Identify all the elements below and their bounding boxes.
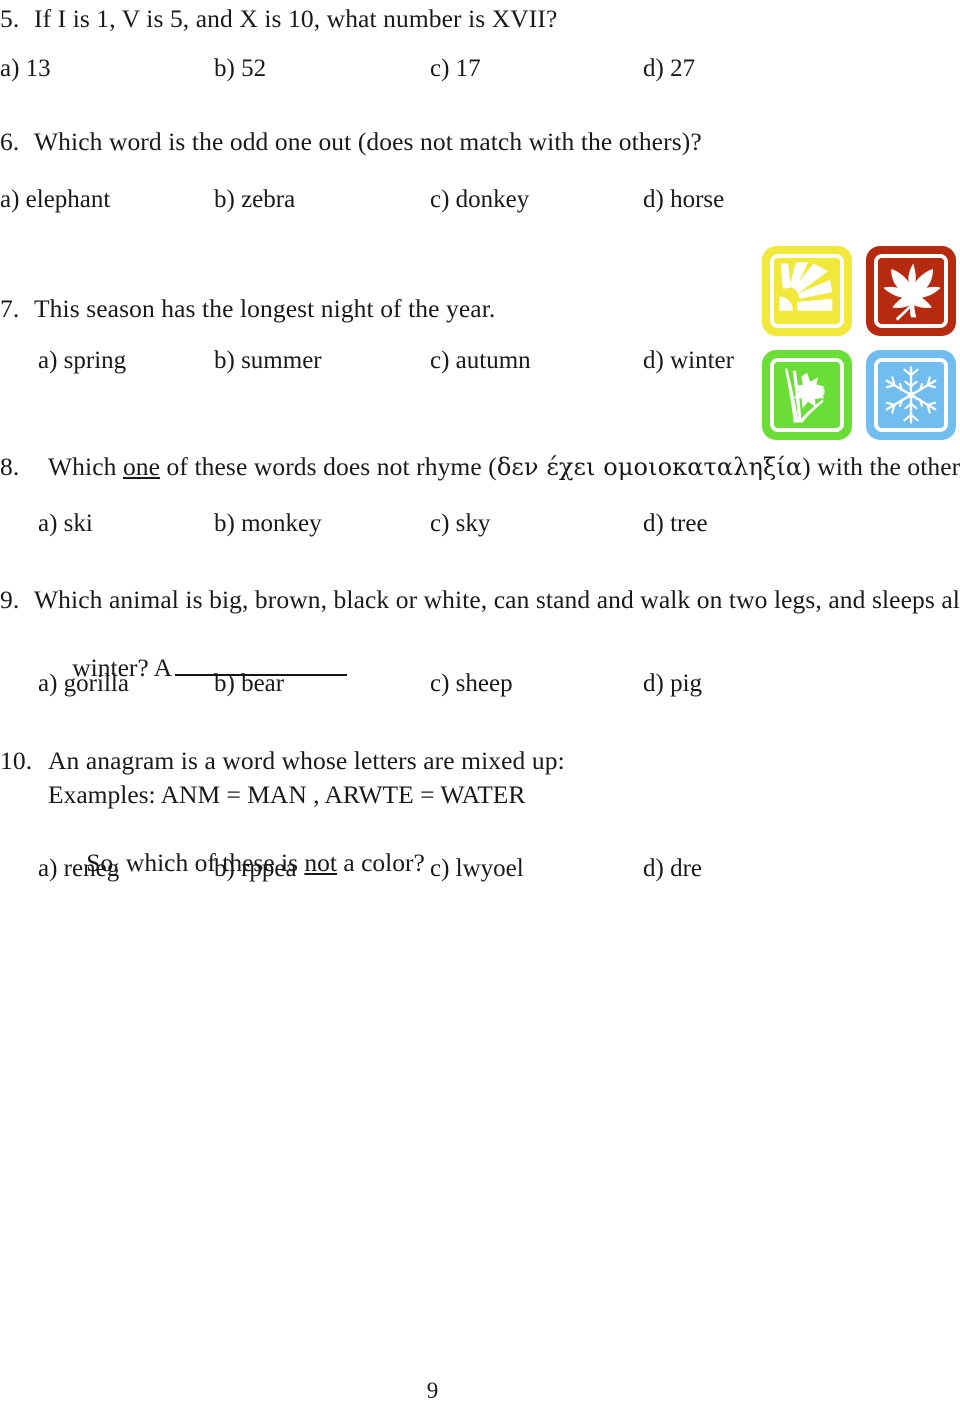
q8-underlined-one: one [122,452,161,481]
option-a[interactable]: a) ski [38,508,93,540]
option-c[interactable]: c) 17 [430,53,481,85]
q8-part-tail: ) with the others? [802,452,960,481]
option-d[interactable]: d) pig [643,668,702,700]
winter-snowflake-icon [866,350,956,440]
q8-part-before: Which [48,452,123,481]
option-a[interactable]: a) elephant [0,184,110,216]
spring-flower-icon [762,350,852,440]
option-a[interactable]: a) reneg [38,853,119,885]
q8-greek-gloss: δεν έχει ομοιοκαταληξία [496,453,803,481]
question-5: 5. If I is 1, V is 5, and X is 10, what … [0,2,960,36]
question-8-stem: 8. Which one of these words does not rhy… [0,450,960,484]
question-6-text: Which word is the odd one out (does not … [34,127,702,156]
question-6-stem: 6. Which word is the odd one out (does n… [0,125,960,159]
option-c[interactable]: c) autumn [430,345,531,377]
document-page: 5. If I is 1, V is 5, and X is 10, what … [0,0,960,1407]
option-c[interactable]: c) donkey [430,184,529,216]
winter-snowflake-icon-frame [874,358,948,432]
spring-flower-icon-frame [770,358,844,432]
option-c[interactable]: c) sky [430,508,490,540]
question-10: 10. An anagram is a word whose letters a… [0,744,960,914]
option-b[interactable]: b) 52 [214,53,266,85]
question-10-number: 10. [0,746,33,775]
question-7-stem: 7. This season has the longest night of … [0,292,960,326]
option-b[interactable]: b) rppea [214,853,297,885]
option-a[interactable]: a) spring [38,345,126,377]
option-b[interactable]: b) monkey [214,508,322,540]
option-c[interactable]: c) lwyoel [430,853,524,885]
question-9-stem-line1: 9. Which animal is big, brown, black or … [0,583,960,617]
option-a[interactable]: a) gorilla [38,668,129,700]
q8-part-after: of these words does not rhyme ( [160,452,497,481]
option-b[interactable]: b) zebra [214,184,295,216]
option-d[interactable]: d) tree [643,508,708,540]
question-7-number: 7. [0,294,20,323]
question-8-number: 8. [0,452,20,481]
question-6-number: 6. [0,127,20,156]
q10-underlined-not: not [304,848,337,877]
question-10-stem-line1: 10. An anagram is a word whose letters a… [0,744,960,778]
option-b[interactable]: b) summer [214,345,322,377]
option-c[interactable]: c) sheep [430,668,513,700]
option-d[interactable]: d) winter [643,345,734,377]
option-b[interactable]: b) bear [214,668,284,700]
option-d[interactable]: d) horse [643,184,724,216]
question-8: 8. Which one of these words does not rhy… [0,450,960,484]
season-icon-grid [762,246,960,442]
question-5-number: 5. [0,4,20,33]
option-d[interactable]: d) 27 [643,53,695,85]
question-10-stem-line2: Examples: ANM = MAN , ARWTE = WATER [48,780,526,809]
question-8-text: Which one of these words does not rhyme … [48,450,960,484]
question-9-text-line1: Which animal is big, brown, black or whi… [34,585,960,614]
question-7-text: This season has the longest night of the… [34,294,496,323]
question-9-number: 9. [0,585,20,614]
question-5-stem: 5. If I is 1, V is 5, and X is 10, what … [0,2,960,36]
option-a[interactable]: a) 13 [0,53,51,85]
question-10-text-line1: An anagram is a word whose letters are m… [48,746,565,775]
question-5-text: If I is 1, V is 5, and X is 10, what num… [34,4,558,33]
q10-part-after: a color? [337,848,425,877]
option-d[interactable]: d) dre [643,853,702,885]
question-6: 6. Which word is the odd one out (does n… [0,125,960,159]
question-7: 7. This season has the longest night of … [0,292,960,326]
page-number: 9 [426,1378,439,1403]
